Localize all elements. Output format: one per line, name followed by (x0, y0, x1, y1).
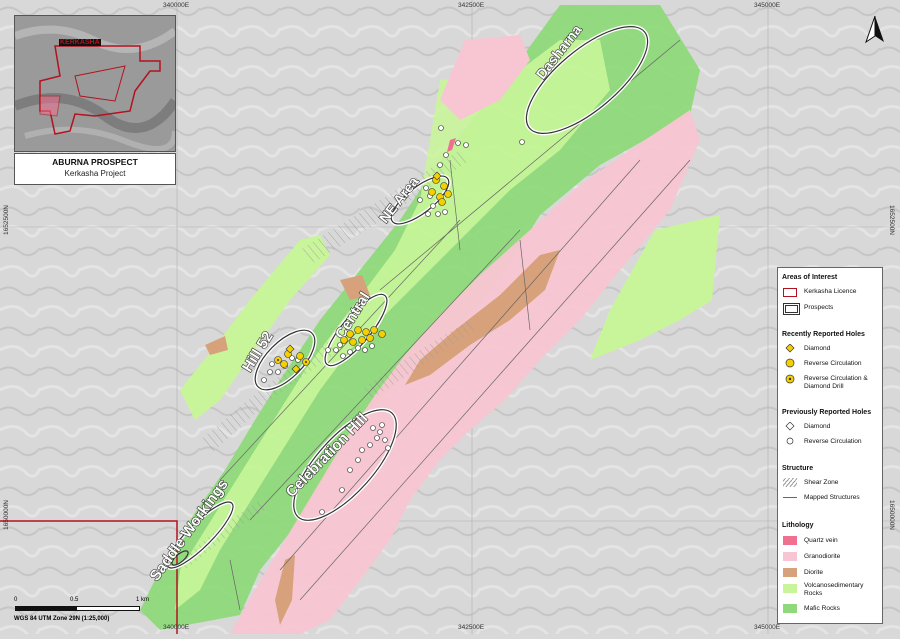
coord-bottom-3: 345000E (754, 624, 781, 631)
coord-top-3: 345000E (754, 2, 781, 9)
legend-previous-heading: Previously Reported Holes (782, 409, 872, 416)
scale-tick-0: 0 (14, 597, 18, 603)
inset-licence-label: KERKASHA (59, 39, 101, 46)
coord-bottom-1: 340000E (163, 624, 190, 631)
legend-diorite: Diorite (804, 569, 824, 576)
legend-previous-rc: Reverse Circulation (804, 438, 862, 445)
legend-lithology-heading: Lithology (782, 522, 814, 529)
quartz-vein-swatch (783, 536, 797, 545)
volcanosedimentary-swatch (783, 584, 797, 593)
map-canvas[interactable]: Dasharna NE Area Central Hill 52 Celebra… (0, 0, 900, 634)
mapped-structures-swatch (783, 497, 797, 498)
legend-licence: Kerkasha Licence (804, 288, 857, 295)
scale-segment-1 (15, 606, 77, 611)
legend-recent-rc: Reverse Circulation (804, 360, 862, 367)
map-title: ABURNA PROSPECT (52, 157, 138, 167)
legend-volcanosedimentary: Volcanosedimentary Rocks (804, 582, 864, 597)
inset-map: KERKASHA (14, 15, 176, 152)
shear-zone-swatch (783, 478, 797, 487)
legend-recent-diamond: Diamond (804, 345, 831, 352)
title-box: ABURNA PROSPECT Kerkasha Project (14, 153, 176, 185)
mafic-swatch (783, 604, 797, 613)
coord-bottom-2: 342500E (458, 624, 485, 631)
legend-granodiorite: Granodiorite (804, 553, 841, 560)
legend-mafic: Mafic Rocks (804, 605, 840, 612)
legend-prospects: Prospects (804, 304, 834, 311)
scale-segment-2 (76, 606, 140, 611)
recent-hole-symbols (785, 344, 795, 384)
diorite-swatch (783, 568, 797, 577)
map-subtitle: Kerkasha Project (64, 169, 126, 178)
scale-tick-05: 0.5 (70, 597, 79, 603)
legend-structure-heading: Structure (782, 465, 814, 472)
coord-left-2: 1650000N (3, 500, 10, 530)
coord-left-1: 1652500N (3, 205, 10, 235)
scale-crs: WGS 84 UTM Zone 29N (1:25,000) (14, 616, 110, 622)
legend-previous-diamond: Diamond (804, 423, 831, 430)
licence-swatch (783, 288, 797, 297)
coord-top-2: 342500E (458, 2, 485, 9)
previous-hole-symbols (785, 422, 795, 445)
coord-top-1: 340000E (163, 2, 190, 9)
scale-tick-1km: 1 km (136, 597, 150, 603)
legend-areas-heading: Areas of Interest (782, 274, 838, 281)
legend: Areas of Interest Kerkasha Licence Prosp… (777, 267, 883, 624)
granodiorite-swatch (783, 552, 797, 561)
coord-right-2: 1650000N (888, 500, 895, 530)
coord-right-1: 1652500N (888, 205, 895, 235)
legend-quartz-vein: Quartz vein (804, 537, 838, 544)
legend-recent-heading: Recently Reported Holes (782, 331, 865, 338)
scale-bar: 0 0.5 1 km WGS 84 UTM Zone 29N (1:25,000… (12, 597, 162, 627)
prospects-swatch (783, 303, 800, 315)
legend-recent-rc-dd: Reverse Circulation & Diamond Drill (804, 375, 868, 390)
legend-shear-zone: Shear Zone (804, 479, 839, 486)
legend-mapped-structures: Mapped Structures (804, 494, 860, 501)
